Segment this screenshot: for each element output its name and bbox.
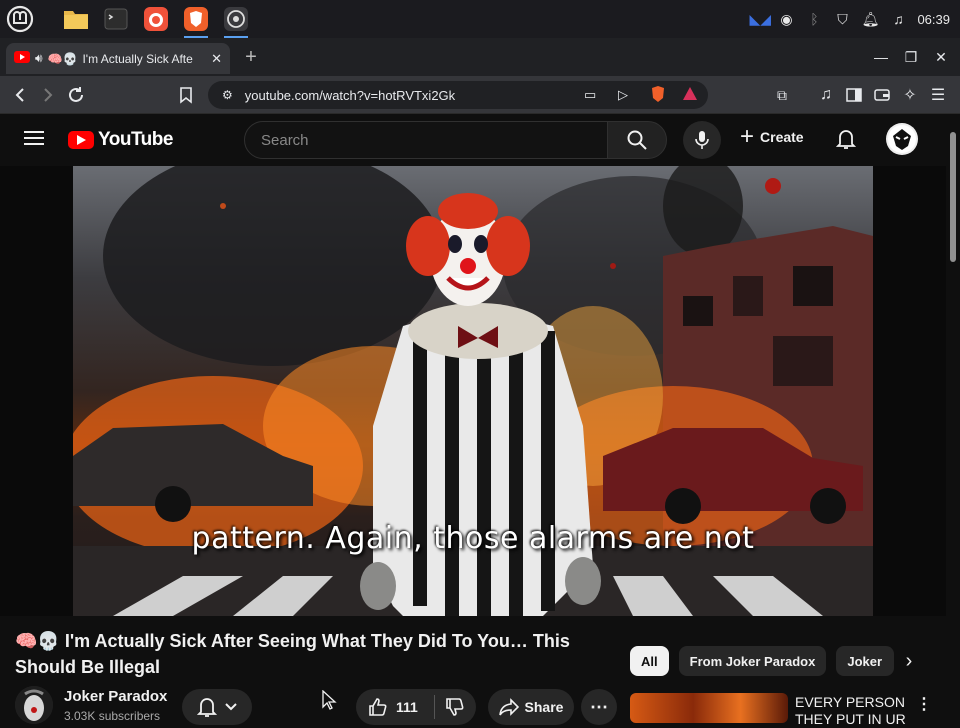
recommended-video-title[interactable]: EVERY PERSON THEY PUT IN UR xyxy=(795,694,915,728)
like-count: 111 xyxy=(396,699,418,715)
notifications-bell-icon[interactable] xyxy=(835,128,857,155)
shield-icon[interactable]: ⛉ xyxy=(833,11,851,28)
channel-name[interactable]: Joker Paradox xyxy=(64,688,167,705)
mint-menu-icon[interactable] xyxy=(4,3,36,35)
bluetooth-icon[interactable]: ᛒ xyxy=(805,11,823,27)
cast-icon[interactable]: ▭ xyxy=(584,87,596,103)
system-tray: ◣◢ ◉ ᛒ ⛉ 🔔︎ ♫ 06:39 xyxy=(749,0,950,38)
youtube-favicon-icon xyxy=(14,51,30,66)
menu-icon[interactable]: ☰ xyxy=(924,76,952,114)
video-player[interactable]: pattern. Again, those alarms are not xyxy=(0,166,946,616)
site-settings-icon[interactable]: ⚙ xyxy=(222,88,233,102)
youtube-logo[interactable]: YouTube xyxy=(68,129,173,151)
speaker-icon[interactable]: 🔊︎ xyxy=(35,51,43,66)
forward-button[interactable] xyxy=(34,76,62,114)
send-icon[interactable]: ▷ xyxy=(618,87,628,103)
video-frame[interactable]: pattern. Again, those alarms are not xyxy=(73,166,873,616)
like-button[interactable]: 111 xyxy=(356,697,434,717)
browser-tab-bar: 🔊︎ 🧠💀 I'm Actually Sick Afte ✕ + — ❐ ✕ xyxy=(0,38,960,76)
close-window-button[interactable]: ✕ xyxy=(926,38,956,76)
video-caption: pattern. Again, those alarms are not xyxy=(191,521,755,556)
brave-shields-icon[interactable] xyxy=(650,85,666,106)
clock[interactable]: 06:39 xyxy=(917,12,950,27)
back-button[interactable] xyxy=(6,76,34,114)
search-button[interactable] xyxy=(607,121,667,159)
plus-icon: + xyxy=(740,123,755,150)
tab-close-icon[interactable]: ✕ xyxy=(211,51,222,67)
search-icon xyxy=(627,130,647,150)
thumbs-up-icon xyxy=(369,698,387,716)
files-icon[interactable] xyxy=(60,3,92,35)
account-avatar[interactable] xyxy=(886,123,918,155)
wallet-icon[interactable] xyxy=(868,76,896,114)
chip-all[interactable]: All xyxy=(630,646,669,676)
youtube-logo-text: YouTube xyxy=(98,129,173,150)
chip-joker[interactable]: Joker xyxy=(836,646,895,676)
create-button[interactable]: + Create xyxy=(740,123,804,150)
mouse-cursor-icon xyxy=(322,689,338,715)
brave-icon[interactable] xyxy=(180,3,212,38)
new-tab-button[interactable]: + xyxy=(236,38,266,76)
youtube-header: YouTube Search + Create xyxy=(0,114,946,166)
firefox-icon[interactable] xyxy=(140,3,172,35)
vpn-icon[interactable]: ◣◢ xyxy=(749,11,771,28)
share-icon xyxy=(498,698,519,716)
youtube-play-icon xyxy=(68,131,94,149)
sidebar-icon[interactable] xyxy=(840,76,868,114)
notification-bell-icon[interactable]: 🔔︎ xyxy=(861,11,880,28)
recommended-more-icon[interactable]: ⋮ xyxy=(916,694,932,714)
create-label: Create xyxy=(760,129,804,145)
hamburger-menu-icon[interactable] xyxy=(24,130,44,151)
chevron-down-icon xyxy=(225,703,237,711)
obs-icon[interactable] xyxy=(220,3,252,38)
browser-tab[interactable]: 🔊︎ 🧠💀 I'm Actually Sick Afte ✕ xyxy=(6,43,230,74)
bookmark-button[interactable] xyxy=(172,76,200,114)
terminal-icon[interactable] xyxy=(100,3,132,35)
reload-button[interactable] xyxy=(62,76,90,114)
video-title: 🧠💀 I'm Actually Sick After Seeing What T… xyxy=(15,631,570,677)
music-icon[interactable]: ♫ xyxy=(889,11,907,27)
bell-icon xyxy=(197,698,217,717)
page-scrollbar[interactable] xyxy=(946,114,960,720)
leo-ai-icon[interactable]: ✧ xyxy=(896,76,924,114)
obs-tray-icon[interactable]: ◉ xyxy=(777,11,795,28)
mic-icon xyxy=(695,131,709,149)
chip-from-channel[interactable]: From Joker Paradox xyxy=(678,646,827,676)
recommended-video-thumbnail[interactable] xyxy=(630,693,788,723)
chevron-right-icon[interactable]: › xyxy=(898,646,920,676)
channel-avatar[interactable] xyxy=(15,686,53,724)
screenshot-icon[interactable]: ⧉ xyxy=(768,76,796,114)
tab-emoji: 🧠💀 xyxy=(47,51,78,66)
maximize-button[interactable]: ❐ xyxy=(896,38,926,76)
url-text[interactable]: youtube.com/watch?v=hotRVTxi2Gk xyxy=(245,88,455,103)
tab-title: I'm Actually Sick Afte xyxy=(82,51,193,66)
share-label: Share xyxy=(524,699,564,715)
minimize-button[interactable]: — xyxy=(866,38,896,76)
recommendation-chips: All From Joker Paradox Joker xyxy=(630,646,895,676)
media-icon[interactable]: ♫ xyxy=(812,76,840,114)
brave-rewards-icon[interactable] xyxy=(682,86,698,105)
search-input[interactable]: Search xyxy=(244,121,608,159)
voice-search-button[interactable] xyxy=(683,121,721,159)
address-bar[interactable]: ⚙ youtube.com/watch?v=hotRVTxi2Gk ▭ ▷ xyxy=(208,81,708,109)
browser-toolbar: ⚙ youtube.com/watch?v=hotRVTxi2Gk ▭ ▷ ⧉ … xyxy=(0,76,960,114)
thumbs-down-icon xyxy=(446,698,464,716)
os-taskbar: ◣◢ ◉ ᛒ ⛉ 🔔︎ ♫ 06:39 xyxy=(0,0,960,38)
scrollbar-thumb[interactable] xyxy=(950,132,956,262)
subscriber-count: 3.03K subscribers xyxy=(64,709,161,723)
dislike-button[interactable] xyxy=(435,697,475,717)
